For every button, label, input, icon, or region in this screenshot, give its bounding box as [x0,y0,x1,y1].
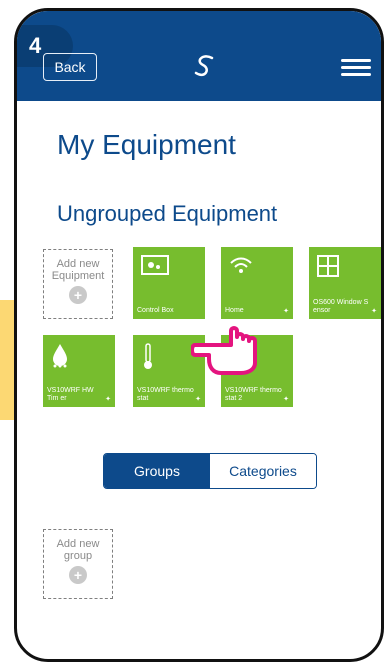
window-icon [317,255,339,282]
thermometer-icon [141,343,155,376]
page-title: My Equipment [57,129,236,160]
app-header: 4 Back [17,11,381,101]
plus-icon: + [69,286,87,304]
section-title: Ungrouped Equipment [57,201,278,226]
pin-icon: ✦ [105,396,111,403]
equipment-tile-window-sensor[interactable]: OS600 Window S ensor ✦ [309,247,381,319]
equipment-label: VS10WRF thermo stat [137,387,194,402]
equipment-label: VS10WRF thermo stat 2 [225,387,282,402]
wifi-icon [229,255,253,280]
add-equipment-label-line1: Add new [56,258,100,270]
add-group-label-line1: Add new [56,538,100,550]
pointer-hand-icon [190,307,281,377]
control-box-icon [141,255,169,280]
equipment-tile-hw-timer[interactable]: VS10WRF HW Tim er ✦ [43,335,115,407]
pin-icon: ✦ [371,308,377,315]
pin-icon: ✦ [195,396,201,403]
equipment-label: Control Box [137,307,174,314]
back-button[interactable]: Back [43,53,97,81]
add-group-label-line2: group [63,550,93,562]
pin-icon: ✦ [283,308,289,315]
tab-groups[interactable]: Groups [104,454,210,488]
add-equipment-tile[interactable]: Add new Equipment + [43,249,113,319]
add-equipment-label-line2: Equipment [51,270,105,282]
plus-icon: + [69,566,87,584]
add-group-tile[interactable]: Add new group + [43,529,113,599]
groups-categories-tabs: Groups Categories [103,453,317,489]
pin-icon: ✦ [283,396,289,403]
equipment-label: VS10WRF HW Tim er [47,387,94,402]
tab-categories[interactable]: Categories [210,454,316,488]
equipment-label: OS600 Window S ensor [313,299,369,314]
phone-frame: 4 Back My Equipment Ungrouped Equipment … [14,8,384,662]
s-logo-icon [189,51,221,81]
water-drop-icon [51,343,69,374]
hamburger-icon[interactable] [341,59,371,77]
